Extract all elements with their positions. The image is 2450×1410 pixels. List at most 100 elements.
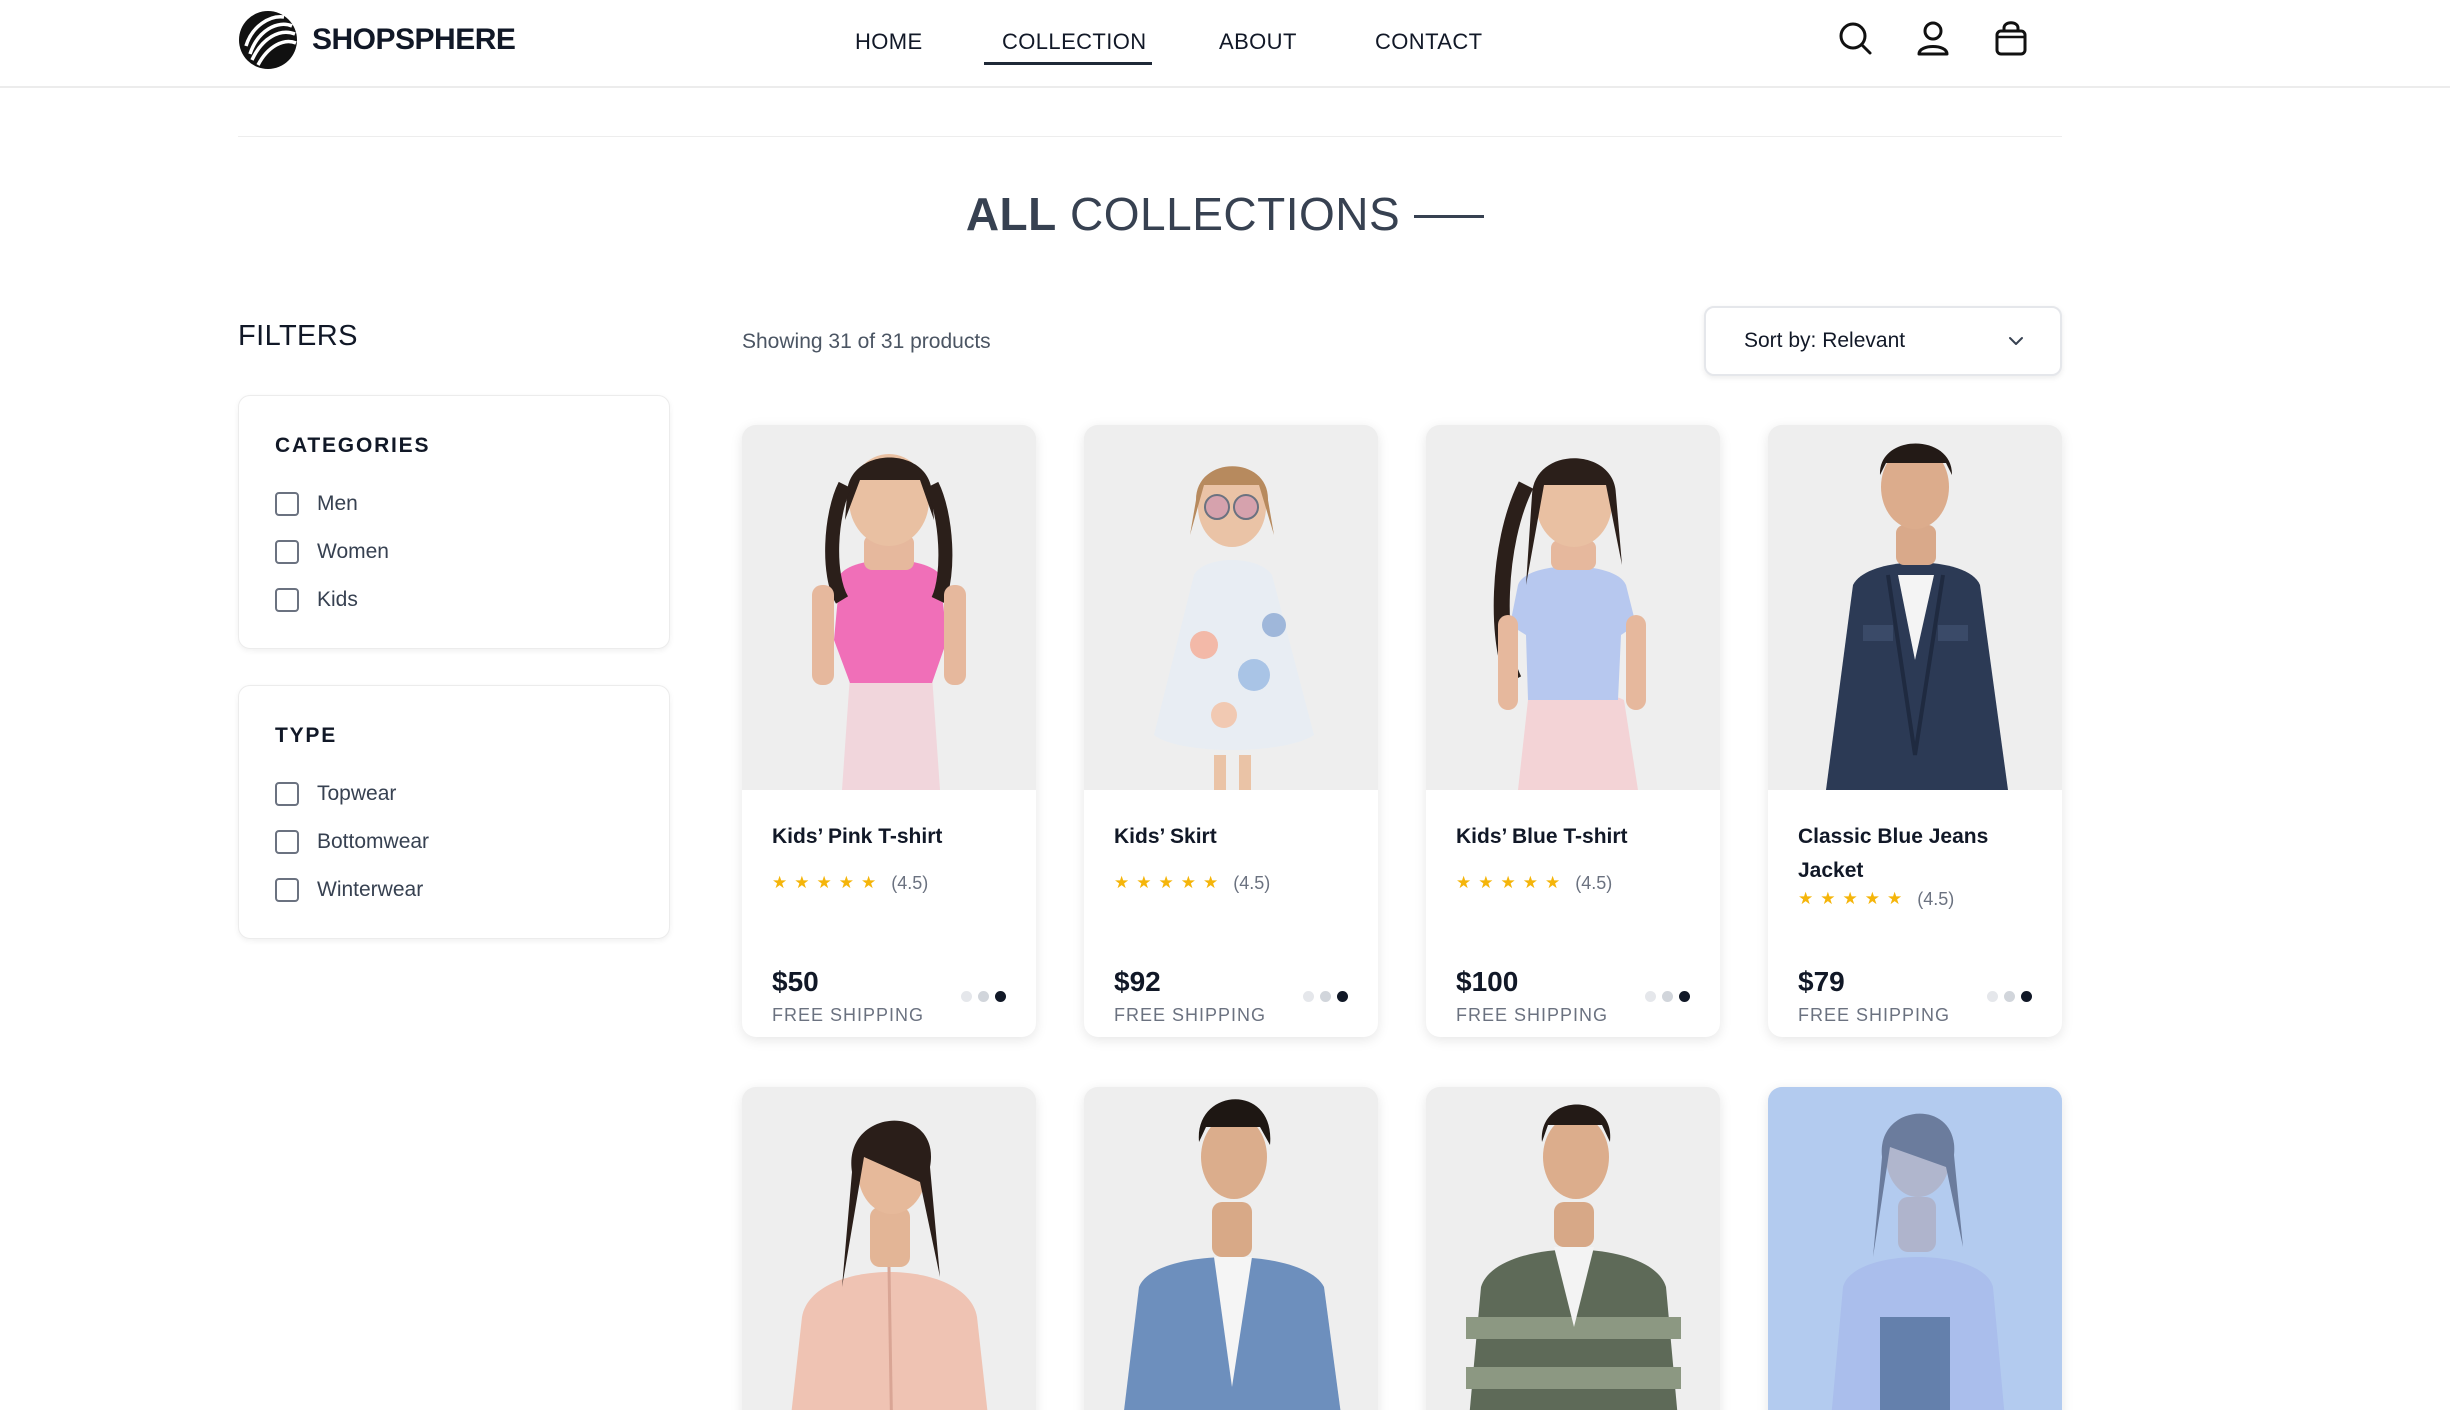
star-icon: ★	[794, 873, 810, 892]
filter-option-women[interactable]: Women	[275, 528, 633, 576]
checkbox-topwear[interactable]	[275, 782, 299, 806]
star-icon: ★	[1158, 873, 1174, 892]
product-price: $92	[1114, 966, 1161, 997]
shopping-bag-icon[interactable]	[1991, 18, 2031, 58]
rating-count: (4.5)	[1917, 888, 1955, 909]
shipping-label: FREE SHIPPING	[772, 1005, 925, 1025]
product-price: $100	[1456, 966, 1519, 997]
product-card[interactable]	[742, 1087, 1036, 1410]
product-image[interactable]	[1084, 425, 1378, 790]
product-image[interactable]	[1768, 425, 2062, 790]
color-swatches	[961, 991, 1006, 1002]
user-icon[interactable]	[1913, 18, 1953, 58]
star-icon: ★	[1820, 889, 1836, 908]
product-name[interactable]: Kids’ Pink T-shirt	[772, 820, 1006, 854]
checkbox-winterwear[interactable]	[275, 878, 299, 902]
checkbox-kids[interactable]	[275, 588, 299, 612]
filter-option-topwear[interactable]: Topwear	[275, 770, 633, 818]
filter-label-bottomwear: Bottomwear	[317, 830, 430, 853]
filter-label-men: Men	[317, 492, 358, 515]
search-icon[interactable]	[1835, 18, 1875, 58]
shipping-label: FREE SHIPPING	[1456, 1005, 1609, 1025]
color-swatch[interactable]	[2004, 991, 2015, 1002]
star-icon: ★	[1203, 873, 1219, 892]
color-swatch[interactable]	[1337, 991, 1348, 1002]
rating-count: (4.5)	[1575, 872, 1613, 893]
section-divider	[238, 136, 2062, 137]
color-swatch[interactable]	[1662, 991, 1673, 1002]
page-title-strong: ALL	[965, 188, 1057, 240]
product-photo	[1768, 425, 2062, 790]
color-swatch[interactable]	[2021, 991, 2032, 1002]
product-card[interactable]: Kids’ Pink T-shirt ★ ★ ★ ★ ★ (4.5) $50 F…	[742, 425, 1036, 1037]
filter-label-winterwear: Winterwear	[317, 878, 424, 901]
checkbox-bottomwear[interactable]	[275, 830, 299, 854]
product-count: Showing 31 of 31 products	[742, 330, 991, 353]
color-swatch[interactable]	[1303, 991, 1314, 1002]
product-image[interactable]	[1084, 1087, 1378, 1410]
filter-option-bottomwear[interactable]: Bottomwear	[275, 818, 633, 866]
star-icon: ★	[861, 873, 877, 892]
product-image[interactable]	[1426, 1087, 1720, 1410]
nav-home[interactable]: HOME	[855, 26, 923, 58]
star-icon: ★	[1864, 889, 1880, 908]
color-swatch[interactable]	[1987, 991, 1998, 1002]
shipping-label: FREE SHIPPING	[1798, 1005, 1951, 1025]
product-card[interactable]: Kids’ Blue T-shirt ★ ★ ★ ★ ★ (4.5) $100 …	[1426, 425, 1720, 1037]
filter-label-women: Women	[317, 540, 389, 563]
star-icon: ★	[1500, 873, 1516, 892]
nav-collection[interactable]: COLLECTION	[1002, 26, 1147, 58]
color-swatch[interactable]	[995, 991, 1006, 1002]
star-icon: ★	[1522, 873, 1538, 892]
sort-dropdown[interactable]: Sort by: Relevant	[1704, 306, 2062, 376]
checkbox-women[interactable]	[275, 540, 299, 564]
product-rating: ★ ★ ★ ★ ★ (4.5)	[1456, 872, 1690, 894]
star-icon: ★	[1180, 873, 1196, 892]
brand-logo[interactable]: SHOPSPHERE	[238, 9, 516, 71]
color-swatch[interactable]	[1645, 991, 1656, 1002]
title-decoration-line	[1414, 214, 1485, 218]
product-price: $50	[772, 966, 819, 997]
type-filter-title: TYPE	[275, 724, 338, 747]
categories-filter-title: CATEGORIES	[275, 434, 431, 457]
site-header: SHOPSPHERE HOME COLLECTION ABOUT CONTACT	[0, 0, 2450, 88]
color-swatch[interactable]	[1320, 991, 1331, 1002]
type-filter-panel: TYPE Topwear Bottomwear Winterwear	[238, 685, 670, 939]
color-swatches	[1303, 991, 1348, 1002]
rating-count: (4.5)	[1233, 872, 1271, 893]
product-card[interactable]: Kids’ Skirt ★ ★ ★ ★ ★ (4.5) $92 FREE SHI…	[1084, 425, 1378, 1037]
star-icon: ★	[838, 873, 854, 892]
filter-label-topwear: Topwear	[317, 782, 397, 805]
product-image[interactable]	[742, 1087, 1036, 1410]
product-image[interactable]	[1768, 1087, 2062, 1410]
checkbox-men[interactable]	[275, 492, 299, 516]
star-icon: ★	[1478, 873, 1494, 892]
color-swatches	[1645, 991, 1690, 1002]
nav-about[interactable]: ABOUT	[1219, 26, 1297, 58]
star-icon: ★	[1136, 873, 1152, 892]
filter-option-winterwear[interactable]: Winterwear	[275, 866, 633, 914]
brand-logo-icon	[239, 11, 297, 69]
product-photo	[742, 425, 1036, 790]
star-icon: ★	[1842, 889, 1858, 908]
page-title: ALL COLLECTIONS	[0, 180, 2450, 248]
product-card[interactable]: Classic Blue Jeans Jacket ★ ★ ★ ★ ★ (4.5…	[1768, 425, 2062, 1037]
star-icon: ★	[816, 873, 832, 892]
product-name[interactable]: Kids’ Blue T-shirt	[1456, 820, 1690, 854]
color-swatch[interactable]	[978, 991, 989, 1002]
nav-contact[interactable]: CONTACT	[1375, 26, 1483, 58]
color-swatch[interactable]	[961, 991, 972, 1002]
filter-option-men[interactable]: Men	[275, 480, 633, 528]
chevron-down-icon	[2009, 337, 2023, 345]
product-card[interactable]	[1768, 1087, 2062, 1410]
product-name[interactable]: Kids’ Skirt	[1114, 820, 1348, 854]
filter-label-kids: Kids	[317, 588, 358, 611]
product-card[interactable]	[1084, 1087, 1378, 1410]
product-name[interactable]: Classic Blue Jeans Jacket	[1798, 820, 2032, 888]
product-image[interactable]	[1426, 425, 1720, 790]
filter-option-kids[interactable]: Kids	[275, 576, 633, 624]
color-swatch[interactable]	[1679, 991, 1690, 1002]
product-card[interactable]	[1426, 1087, 1720, 1410]
product-image[interactable]	[742, 425, 1036, 790]
star-icon: ★	[772, 873, 788, 892]
